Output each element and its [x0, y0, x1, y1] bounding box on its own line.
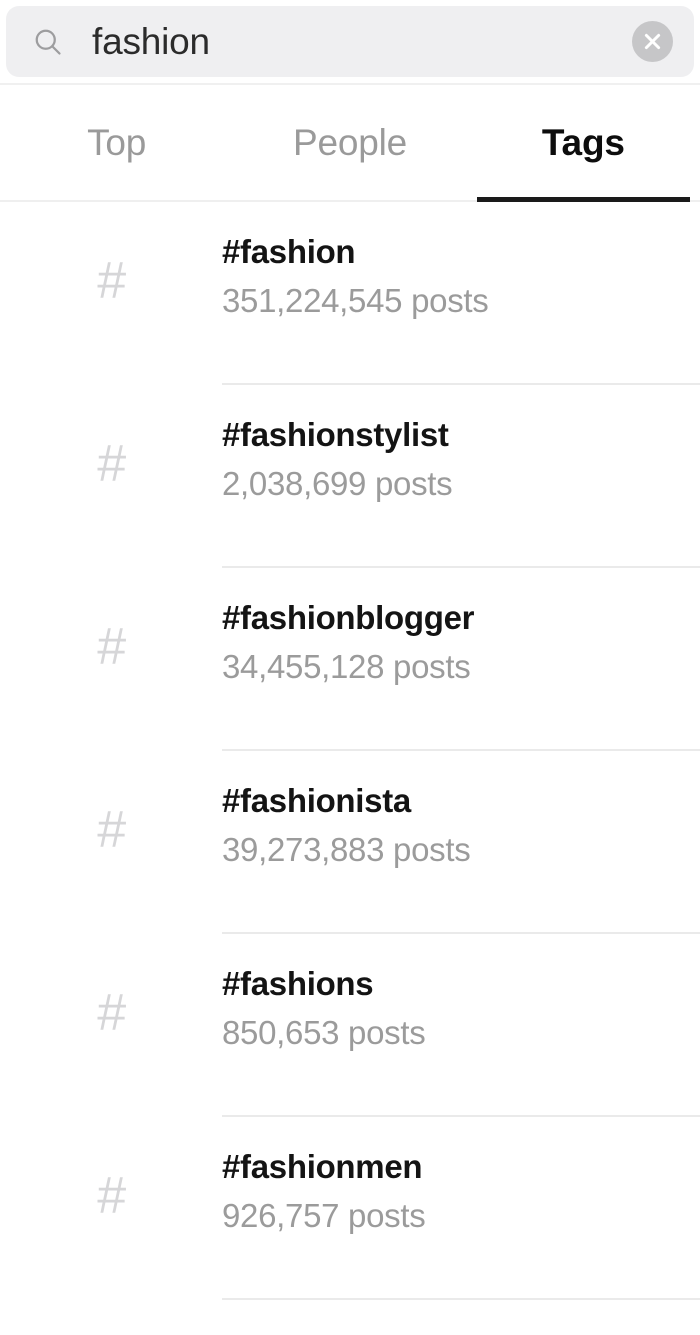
search-bar-container: fashion: [0, 0, 700, 83]
tag-name: #fashions: [222, 965, 374, 1002]
list-item[interactable]: # #fashionista 39,273,883 posts: [0, 751, 700, 934]
tag-post-count: 926,757 posts: [222, 1196, 426, 1234]
tag-info: #fashionmen 926,757 posts: [222, 1117, 700, 1300]
list-item[interactable]: # #fashionblogger 34,455,128 posts: [0, 568, 700, 751]
tag-name: #fashionblogger: [222, 599, 475, 636]
tab-top[interactable]: Top: [0, 85, 233, 200]
hash-icon-cell: #: [0, 934, 222, 1039]
tab-people-label: People: [292, 122, 407, 163]
list-item[interactable]: # #fashions 850,653 posts: [0, 934, 700, 1117]
hash-icon-cell: #: [0, 1117, 222, 1222]
tag-info: #fashions 850,653 posts: [222, 934, 700, 1117]
hash-icon: #: [96, 618, 126, 676]
tag-post-count: 34,455,128 posts: [222, 647, 471, 685]
list-item[interactable]: # #fashionstylist 2,038,699 posts: [0, 385, 700, 568]
hash-icon: #: [96, 801, 126, 859]
tag-name: #fashionmen: [222, 1148, 423, 1185]
tab-tags[interactable]: Tags: [467, 85, 700, 202]
list-item[interactable]: # #fashion 351,224,545 posts: [0, 202, 700, 385]
tag-name: #fashionstylist: [222, 416, 449, 453]
tag-info: #fashionstylist 2,038,699 posts: [222, 385, 700, 568]
hash-icon-cell: #: [0, 568, 222, 673]
tag-info: #fashionblogger 34,455,128 posts: [222, 568, 700, 751]
tag-name: #fashionista: [222, 782, 411, 819]
hash-icon-cell: #: [0, 751, 222, 856]
hash-icon: #: [96, 984, 126, 1042]
hash-icon-cell: #: [0, 385, 222, 490]
tag-post-count: 39,273,883 posts: [222, 830, 471, 868]
hash-icon: #: [96, 252, 126, 310]
tag-results-list: # #fashion 351,224,545 posts # #fashions…: [0, 202, 700, 1300]
tag-info: #fashionista 39,273,883 posts: [222, 751, 700, 934]
hash-icon-cell: #: [0, 202, 222, 307]
tab-people[interactable]: People: [233, 85, 466, 200]
tab-top-label: Top: [87, 122, 147, 163]
tag-post-count: 2,038,699 posts: [222, 464, 453, 502]
search-input-value: fashion: [92, 23, 210, 60]
tag-info: #fashion 351,224,545 posts: [222, 202, 700, 385]
tag-post-count: 850,653 posts: [222, 1013, 426, 1051]
search-input[interactable]: fashion: [6, 6, 694, 77]
tag-name: #fashion: [222, 233, 356, 270]
tab-tags-label: Tags: [541, 122, 625, 163]
clear-search-button[interactable]: [632, 21, 673, 62]
list-item[interactable]: # #fashionmen 926,757 posts: [0, 1117, 700, 1300]
tag-post-count: 351,224,545 posts: [222, 281, 489, 319]
close-icon: [644, 33, 661, 50]
search-tab-bar: Top People Tags: [0, 83, 700, 202]
hash-icon: #: [96, 1167, 126, 1225]
hash-icon: #: [96, 435, 126, 493]
search-icon: [35, 29, 61, 55]
